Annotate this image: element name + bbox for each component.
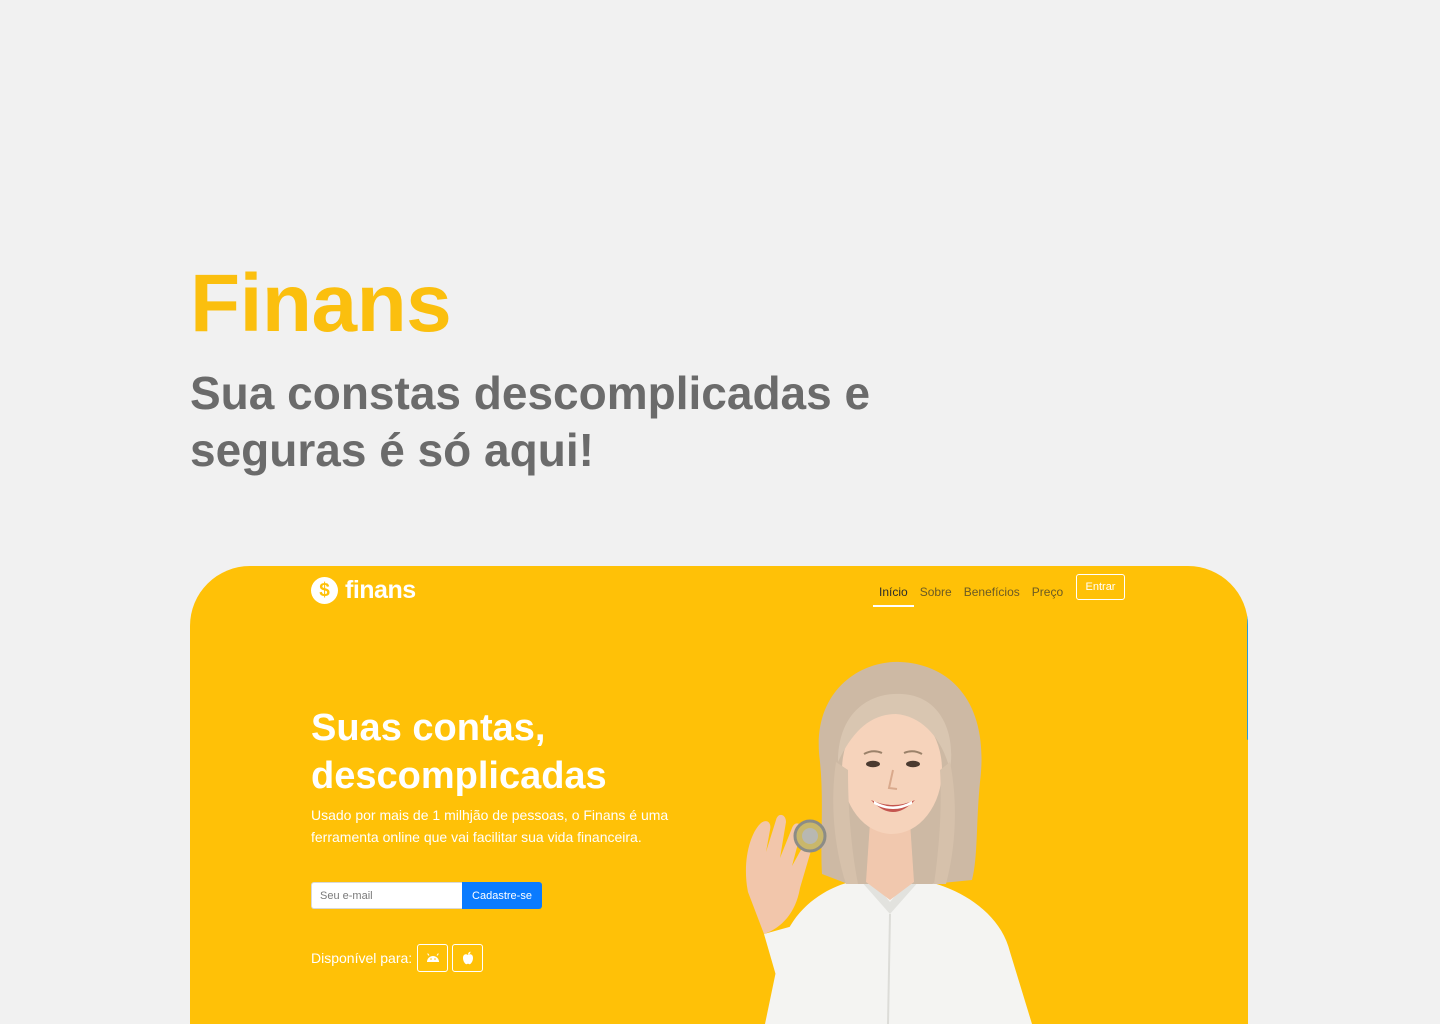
nav-link-sobre[interactable]: Sobre — [914, 581, 958, 605]
email-input[interactable] — [311, 882, 462, 909]
brand-logo[interactable]: $ finans — [311, 576, 416, 605]
signup-button[interactable]: Cadastre-se — [462, 882, 542, 909]
login-button[interactable]: Entrar — [1076, 574, 1125, 600]
apple-icon — [462, 951, 473, 965]
card-edge-accent — [1247, 574, 1248, 740]
signup-form: Cadastre-se — [311, 882, 542, 909]
android-icon — [426, 953, 439, 962]
available-label: Disponível para: — [311, 950, 413, 966]
apple-store-button[interactable] — [452, 944, 484, 972]
showcase-subtitle: Sua constas descomplicadas e seguras é s… — [190, 367, 871, 476]
landing-page-preview: $ finans Início Sobre Benefícios Preço E… — [190, 566, 1248, 1024]
nav-link-inicio[interactable]: Início — [873, 581, 914, 607]
hero-description: Usado por mais de 1 milhjão de pessoas, … — [311, 807, 669, 845]
hero-title: Suas contas, descomplicadas — [311, 707, 607, 797]
nav-link-preco[interactable]: Preço — [1026, 581, 1069, 605]
available-platforms: Disponível para: — [311, 944, 484, 972]
main-nav: Início Sobre Benefícios Preço — [873, 581, 1069, 607]
brand-name: finans — [345, 576, 416, 604]
showcase-title: Finans — [190, 258, 452, 349]
hero-person-image — [745, 661, 1032, 1024]
nav-link-beneficios[interactable]: Benefícios — [958, 581, 1026, 605]
dollar-coin-icon: $ — [311, 577, 338, 604]
android-store-button[interactable] — [417, 944, 449, 972]
